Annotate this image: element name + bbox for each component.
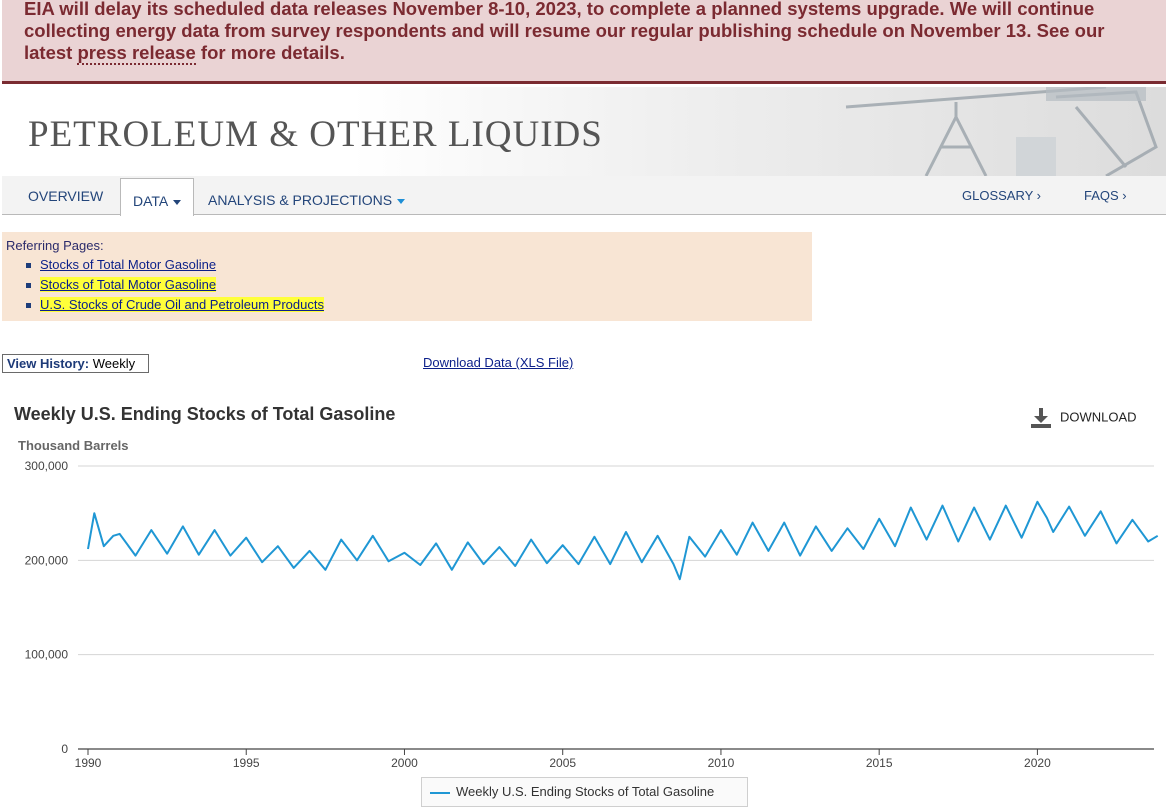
referring-link[interactable]: Stocks of Total Motor Gasoline: [40, 257, 216, 272]
page-title: PETROLEUM & OTHER LIQUIDS: [28, 114, 603, 155]
chevron-down-icon: [397, 198, 406, 204]
nav-glossary[interactable]: GLOSSARY ›: [962, 176, 1041, 214]
list-item: Stocks of Total Motor Gasoline: [26, 256, 324, 276]
x-tick-label: 2010: [708, 756, 735, 770]
referring-link[interactable]: Stocks of Total Motor Gasoline: [40, 277, 217, 292]
y-tick-label: 200,000: [25, 553, 69, 567]
chart-download-button[interactable]: DOWNLOAD: [1030, 408, 1137, 428]
list-item: Stocks of Total Motor Gasoline: [26, 276, 324, 296]
view-history-label: View History:: [7, 356, 90, 371]
chart-legend[interactable]: Weekly U.S. Ending Stocks of Total Gasol…: [421, 777, 748, 807]
list-item: U.S. Stocks of Crude Oil and Petroleum P…: [26, 296, 324, 316]
y-tick-label: 100,000: [25, 648, 69, 662]
referring-pages: Referring Pages: Stocks of Total Motor G…: [2, 232, 812, 321]
line-chart: 0 100,000 200,000 300,000 1990 1995 2000 2005 20…: [25, 459, 1159, 770]
bullet-icon: [26, 303, 31, 309]
x-tick-label: 2000: [391, 756, 418, 770]
legend-swatch: [430, 791, 450, 794]
referring-link[interactable]: U.S. Stocks of Crude Oil and Petroleum P…: [40, 297, 324, 312]
x-tick-label: 2015: [866, 756, 893, 770]
series-line: [87, 500, 1159, 581]
chart-title: Weekly U.S. Ending Stocks of Total Gasol…: [14, 404, 396, 424]
view-history-select[interactable]: View History: Weekly: [2, 354, 149, 373]
referring-list: Stocks of Total Motor Gasoline Stocks of…: [26, 256, 324, 316]
y-tick-label: 300,000: [25, 459, 69, 473]
chevron-down-icon: [173, 199, 182, 205]
x-tick-label: 2020: [1024, 756, 1051, 770]
y-axis-unit: Thousand Barrels: [18, 438, 129, 453]
view-history-value: Weekly: [92, 356, 136, 371]
download-icon: [1031, 408, 1051, 428]
press-release-link[interactable]: press release: [77, 42, 196, 65]
site-header: PETROLEUM & OTHER LIQUIDS: [2, 87, 1166, 176]
chart-download-label: DOWNLOAD: [1060, 409, 1137, 425]
nav-data[interactable]: DATA: [120, 178, 194, 216]
bullet-icon: [26, 283, 31, 289]
bullet-icon: [26, 263, 31, 269]
nav-analysis-label: ANALYSIS & PROJECTIONS: [208, 192, 393, 208]
oil-pump-icon: [845, 87, 1158, 176]
x-tick-label: 1995: [233, 756, 260, 770]
nav-analysis[interactable]: ANALYSIS & PROJECTIONS: [208, 178, 406, 216]
x-tick-label: 2005: [549, 756, 576, 770]
referring-pages-label: Referring Pages:: [6, 238, 104, 253]
nav-data-label: DATA: [133, 193, 169, 209]
legend-label: Weekly U.S. Ending Stocks of Total Gasol…: [456, 784, 715, 799]
nav-overview[interactable]: OVERVIEW: [28, 176, 103, 214]
alert-text-end: for more details.: [195, 42, 345, 63]
main-nav: OVERVIEW DATA ANALYSIS & PROJECTIONS GLO…: [2, 176, 1166, 216]
x-tick-label: 1990: [75, 756, 102, 770]
alert-text: EIA will delay its scheduled data releas…: [24, 0, 1144, 65]
nav-faqs[interactable]: FAQS ›: [1084, 176, 1127, 214]
alert-banner: EIA will delay its scheduled data releas…: [2, 0, 1166, 84]
download-data-link[interactable]: Download Data (XLS File): [423, 355, 573, 370]
y-tick-label: 0: [61, 742, 68, 756]
